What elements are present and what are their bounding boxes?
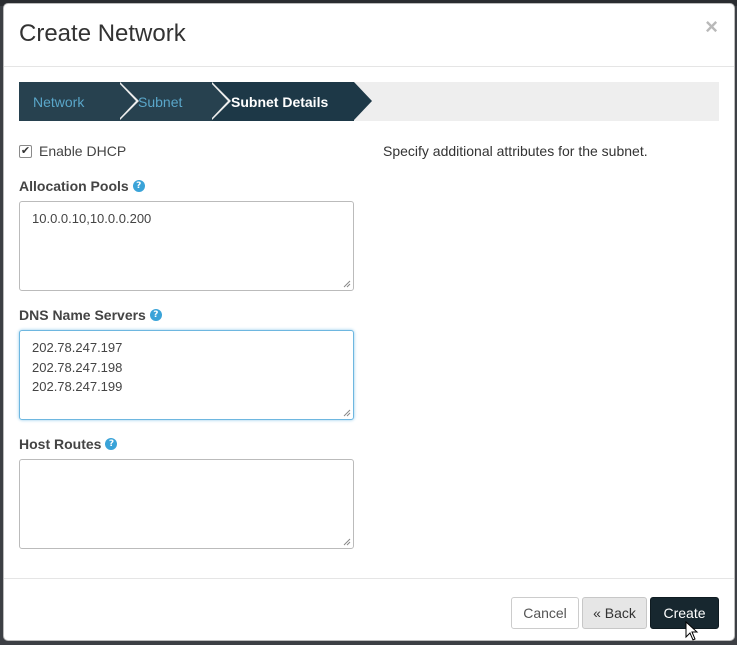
allocation-pools-textarea[interactable]: 10.0.0.10,10.0.0.200	[19, 201, 354, 291]
enable-dhcp-row: ✔ Enable DHCP	[19, 143, 126, 159]
dns-name-servers-label: DNS Name Servers ?	[19, 307, 162, 323]
modal-footer: Cancel « Back Create	[4, 578, 734, 640]
wizard-step-network[interactable]: Network	[19, 82, 120, 121]
wizard-step-label: Network	[33, 93, 85, 110]
field-label-text: DNS Name Servers	[19, 307, 146, 323]
help-icon[interactable]: ?	[149, 309, 162, 321]
resize-grip-icon[interactable]	[343, 538, 351, 546]
subnet-details-help-text: Specify additional attributes for the su…	[383, 143, 648, 159]
textarea-value: 10.0.0.10,10.0.0.200	[32, 211, 152, 226]
modal-title: Create Network	[19, 20, 186, 47]
field-label-text: Host Routes	[19, 436, 102, 452]
create-network-modal: Create Network × Network Subnet Subnet D…	[3, 3, 735, 641]
help-icon[interactable]: ?	[105, 438, 118, 450]
mouse-pointer-icon	[685, 621, 699, 641]
step-arrow	[118, 82, 136, 120]
textarea-value: 202.78.247.197 202.78.247.198 202.78.247…	[32, 340, 123, 394]
wizard-step-label: Subnet	[138, 93, 183, 110]
wizard-step-label: Subnet Details	[231, 93, 329, 110]
resize-grip-icon[interactable]	[343, 409, 351, 417]
resize-grip-icon[interactable]	[343, 280, 351, 288]
back-button[interactable]: « Back	[582, 597, 647, 629]
modal-header: Create Network ×	[4, 4, 734, 67]
dns-name-servers-textarea[interactable]: 202.78.247.197 202.78.247.198 202.78.247…	[19, 330, 354, 420]
enable-dhcp-label: Enable DHCP	[39, 143, 127, 159]
enable-dhcp-checkbox[interactable]: ✔	[19, 144, 32, 158]
close-icon[interactable]: ×	[705, 16, 718, 38]
allocation-pools-label: Allocation Pools ?	[19, 178, 145, 194]
host-routes-label: Host Routes ?	[19, 436, 118, 452]
field-label-text: Allocation Pools	[19, 178, 129, 194]
cancel-button[interactable]: Cancel	[511, 597, 579, 629]
step-arrow	[354, 82, 372, 120]
help-icon[interactable]: ?	[132, 180, 145, 192]
step-arrow	[210, 82, 228, 120]
wizard-step-subnet-details[interactable]: Subnet Details	[212, 82, 354, 121]
wizard-steps: Network Subnet Subnet Details	[19, 82, 719, 121]
host-routes-textarea[interactable]	[19, 459, 354, 549]
